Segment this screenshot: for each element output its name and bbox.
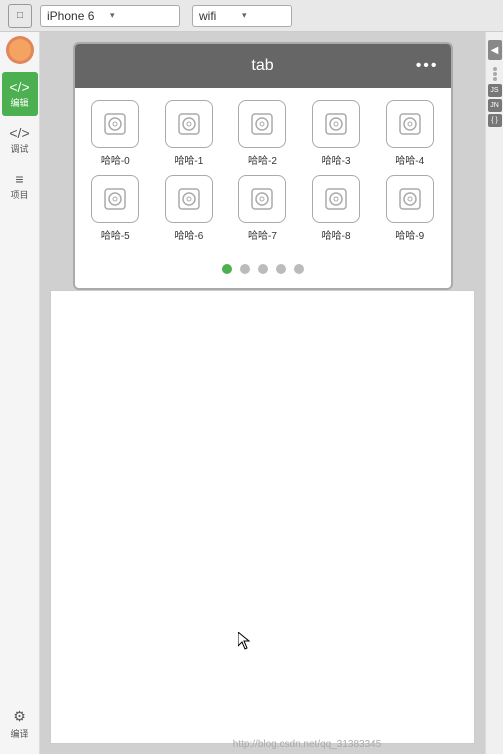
grid-item-label: 哈哈-6 bbox=[174, 227, 203, 242]
pagination-dot[interactable] bbox=[258, 264, 268, 274]
tab-dots: ••• bbox=[416, 57, 439, 75]
grid-item-icon[interactable] bbox=[386, 100, 434, 148]
grid-item: 哈哈-6 bbox=[156, 175, 222, 242]
grid-item-label: 哈哈-0 bbox=[101, 152, 130, 167]
below-phone-area bbox=[50, 290, 475, 744]
grid-item: 哈哈-8 bbox=[303, 175, 369, 242]
grid-item-icon[interactable] bbox=[312, 175, 360, 223]
right-tag-braces[interactable]: { } bbox=[488, 114, 502, 127]
grid-item-label: 哈哈-7 bbox=[248, 227, 277, 242]
right-arrow-button[interactable]: ◀ bbox=[488, 40, 502, 60]
grid-item-label: 哈哈-8 bbox=[322, 227, 351, 242]
sidebar-project-label: 项目 bbox=[10, 188, 28, 201]
pagination-dots bbox=[75, 254, 451, 288]
pagination-dot[interactable] bbox=[240, 264, 250, 274]
wifi-label: wifi bbox=[199, 9, 242, 23]
right-tag-js[interactable]: JS bbox=[488, 84, 502, 97]
phone-mockup: tab ••• 哈哈-0 哈哈- bbox=[73, 42, 453, 290]
grid-item: 哈哈-3 bbox=[303, 100, 369, 167]
grid-item-icon[interactable] bbox=[312, 100, 360, 148]
grid-item-icon[interactable] bbox=[238, 175, 286, 223]
sidebar-bottom: ⚙ 编译 bbox=[2, 702, 38, 754]
device-select[interactable]: iPhone 6 ▾ bbox=[40, 5, 180, 27]
left-sidebar: </> 编辑 </> 调试 ≡ 项目 ⚙ 编译 bbox=[0, 32, 40, 754]
grid-item-label: 哈哈-3 bbox=[322, 152, 351, 167]
phone-grid: 哈哈-0 哈哈-1 哈哈-2 bbox=[75, 88, 451, 254]
grid-item-label: 哈哈-2 bbox=[248, 152, 277, 167]
square-icon: □ bbox=[8, 4, 32, 28]
sidebar-debug-label: 调试 bbox=[10, 142, 28, 155]
grid-item-icon[interactable] bbox=[386, 175, 434, 223]
avatar-face bbox=[9, 39, 31, 61]
device-arrow: ▾ bbox=[110, 10, 173, 21]
grid-item-label: 哈哈-5 bbox=[101, 227, 130, 242]
grid-item-label: 哈哈-9 bbox=[395, 227, 424, 242]
grid-item: 哈哈-9 bbox=[377, 175, 443, 242]
project-icon: ≡ bbox=[15, 172, 23, 186]
pagination-dot[interactable] bbox=[294, 264, 304, 274]
grid-item: 哈哈-5 bbox=[83, 175, 149, 242]
grid-item-icon[interactable] bbox=[91, 175, 139, 223]
right-tag-jn[interactable]: JN bbox=[488, 99, 502, 112]
right-panel: ◀ JS JN { } bbox=[485, 32, 503, 754]
grid-item: 哈哈-0 bbox=[83, 100, 149, 167]
grid-item-icon[interactable] bbox=[165, 100, 213, 148]
sidebar-item-project[interactable]: ≡ 项目 bbox=[2, 164, 38, 208]
pagination-dot[interactable] bbox=[222, 264, 232, 274]
device-label: iPhone 6 bbox=[47, 9, 110, 23]
wifi-arrow: ▾ bbox=[242, 10, 285, 21]
sidebar-item-edit[interactable]: </> 编辑 bbox=[2, 72, 38, 116]
grid-item: 哈哈-2 bbox=[230, 100, 296, 167]
phone-tab-bar: tab ••• bbox=[75, 44, 451, 88]
grid-item: 哈哈-1 bbox=[156, 100, 222, 167]
wifi-select[interactable]: wifi ▾ bbox=[192, 5, 292, 27]
avatar bbox=[6, 36, 34, 64]
pagination-dot[interactable] bbox=[276, 264, 286, 274]
edit-icon: </> bbox=[9, 80, 29, 94]
sidebar-item-debug[interactable]: </> 调试 bbox=[2, 118, 38, 162]
grid-item-icon[interactable] bbox=[165, 175, 213, 223]
top-bar: □ iPhone 6 ▾ wifi ▾ bbox=[0, 0, 503, 32]
grid-item-label: 哈哈-4 bbox=[395, 152, 424, 167]
sidebar-compile-label: 编译 bbox=[10, 727, 28, 740]
grid-item-icon[interactable] bbox=[238, 100, 286, 148]
debug-icon: </> bbox=[9, 126, 29, 140]
sidebar-edit-label: 编辑 bbox=[10, 96, 28, 109]
compile-icon: ⚙ bbox=[13, 708, 26, 725]
watermark: http://blog.csdn.net/qq_31383345 bbox=[233, 739, 381, 750]
sidebar-item-compile[interactable]: ⚙ 编译 bbox=[2, 702, 38, 746]
tab-title: tab bbox=[251, 57, 273, 75]
center-area: tab ••• 哈哈-0 哈哈- bbox=[40, 32, 485, 754]
grid-item-label: 哈哈-1 bbox=[174, 152, 203, 167]
grid-item: 哈哈-7 bbox=[230, 175, 296, 242]
grid-item-icon[interactable] bbox=[91, 100, 139, 148]
main-layout: </> 编辑 </> 调试 ≡ 项目 ⚙ 编译 tab ••• bbox=[0, 32, 503, 754]
right-expand-indicator bbox=[493, 66, 497, 82]
grid-item: 哈哈-4 bbox=[377, 100, 443, 167]
